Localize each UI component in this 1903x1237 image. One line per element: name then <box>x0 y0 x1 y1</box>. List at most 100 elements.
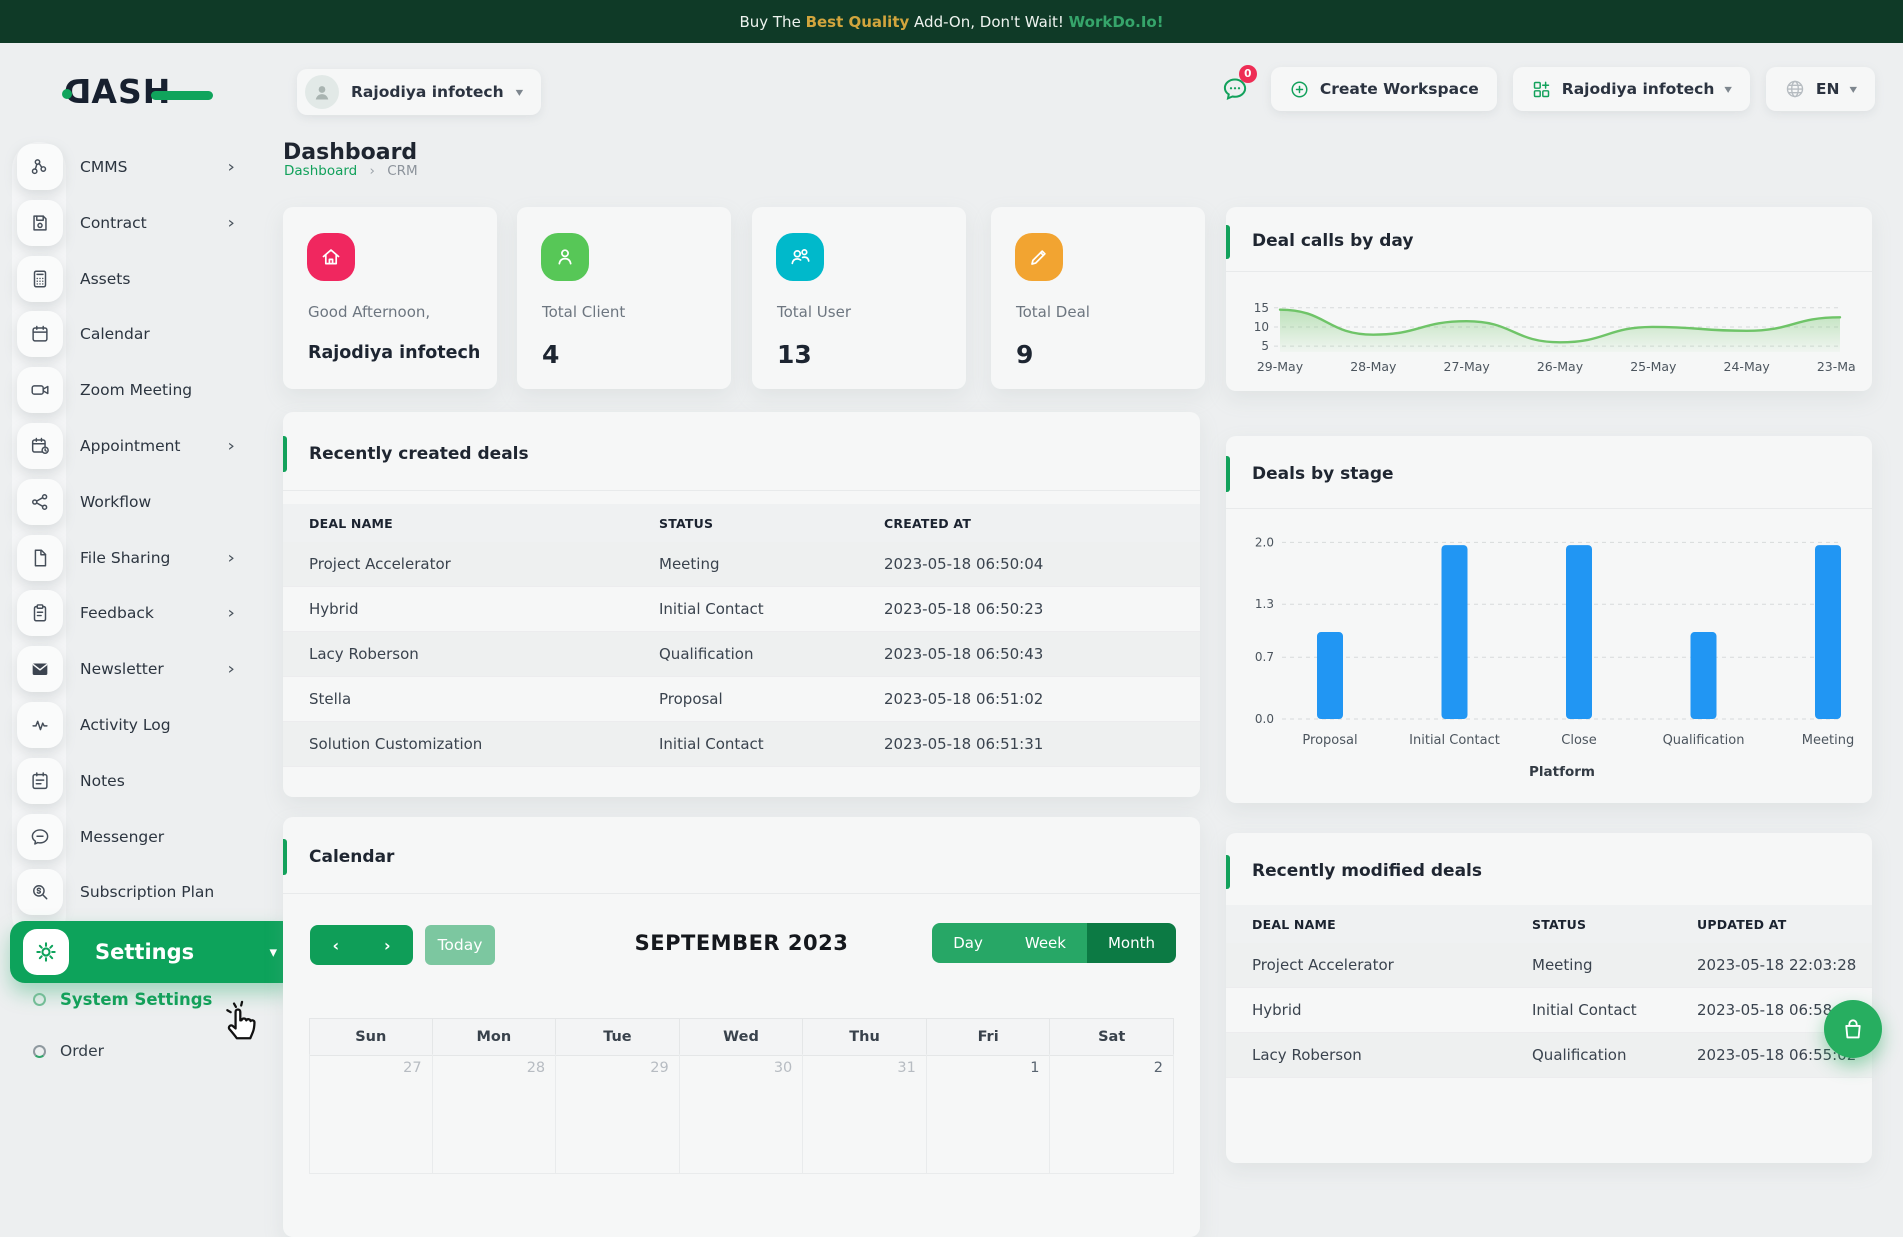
notes-icon <box>17 758 63 804</box>
table-cell: 2023-05-18 06:51:31 <box>858 735 1200 753</box>
app-logo[interactable]: DASH <box>63 72 213 116</box>
language-selector[interactable]: EN ▾ <box>1766 67 1875 111</box>
sidebar-item-label: Feedback <box>80 604 154 622</box>
cart-fab-button[interactable] <box>1824 1000 1882 1058</box>
sidebar-item-cmms[interactable]: CMMS › <box>17 144 235 190</box>
total-deal-card: Total Deal 9 <box>991 207 1205 389</box>
calendar-day-cell[interactable]: 30 <box>680 1054 804 1174</box>
recently-modified-deals-card: Recently modified deals DEAL NAMESTATUSU… <box>1226 833 1872 1163</box>
table-cell: 2023-05-18 06:51:02 <box>858 690 1200 708</box>
workspace-selector[interactable]: Rajodiya infotech ▾ <box>297 69 541 115</box>
calendar-day-cell[interactable]: 29 <box>556 1054 680 1174</box>
sidebar-item-newsletter[interactable]: Newsletter› <box>17 646 235 692</box>
users-icon <box>776 233 824 281</box>
sidebar-item-feedback[interactable]: Feedback› <box>17 590 235 636</box>
table-cell: 2023-05-18 06:50:04 <box>858 555 1200 573</box>
sidebar-item-label: Activity Log <box>80 716 171 734</box>
sidebar-item-workflow[interactable]: Workflow <box>17 479 235 525</box>
greeting-card: Good Afternoon, Rajodiya infotech <box>283 207 497 389</box>
greeting-workspace-name: Rajodiya infotech <box>308 343 480 363</box>
sidebar-item-order[interactable]: Order <box>33 1042 104 1060</box>
recently-modified-deals-table: DEAL NAMESTATUSUPDATED ATProject Acceler… <box>1226 905 1872 1078</box>
cmms-icon <box>17 144 63 190</box>
table-row: Project AcceleratorMeeting2023-05-18 06:… <box>283 542 1200 587</box>
sidebar-item-system-settings[interactable]: System Settings <box>33 990 212 1009</box>
calendar-day-cell[interactable]: 2 <box>1050 1054 1174 1174</box>
sidebar-item-zoom-meeting[interactable]: Zoom Meeting <box>17 367 235 413</box>
sidebar-item-label: CMMS <box>80 158 127 176</box>
sidebar-item-appointment[interactable]: Appointment› <box>17 423 235 469</box>
appointment-icon <box>17 423 63 469</box>
greeting-label: Good Afternoon, <box>308 303 430 321</box>
create-workspace-button[interactable]: Create Workspace <box>1271 67 1497 111</box>
sidebar-item-label: Workflow <box>80 493 151 511</box>
sidebar-item-subscription-plan[interactable]: Subscription Plan <box>17 869 235 915</box>
pen-icon <box>1015 233 1063 281</box>
table-cell: Lacy Roberson <box>283 645 633 663</box>
messages-button[interactable]: 0 <box>1215 69 1255 109</box>
calendar-icon <box>17 311 63 357</box>
user-icon <box>541 233 589 281</box>
chevron-down-icon: ▾ <box>516 85 524 99</box>
table-header-row: DEAL NAMESTATUSUPDATED AT <box>1226 905 1872 943</box>
calendar-dates-row: 272829303112 <box>309 1054 1174 1174</box>
svg-text:5: 5 <box>1261 339 1269 353</box>
svg-text:26-May: 26-May <box>1537 359 1584 374</box>
deals-by-stage-bar-chart: 0.00.71.32.0ProposalInitial ContactClose… <box>1242 530 1858 792</box>
sidebar-item-assets[interactable]: Assets <box>17 256 235 302</box>
chevron-right-icon: › <box>227 158 235 177</box>
svg-text:2.0: 2.0 <box>1255 535 1274 549</box>
calendar-view-month[interactable]: Month <box>1087 923 1176 963</box>
sidebar-item-settings[interactable]: Settings ▾ <box>10 921 297 983</box>
table-row: Lacy RobersonQualification2023-05-18 06:… <box>283 632 1200 677</box>
chevron-right-icon: › <box>227 549 235 568</box>
globe-icon <box>1784 78 1806 100</box>
sidebar-item-calendar[interactable]: Calendar <box>17 311 235 357</box>
section-title: Recently created deals <box>309 444 529 464</box>
settings-label: Settings <box>95 940 194 964</box>
messenger-icon <box>17 814 63 860</box>
table-cell: Meeting <box>1506 956 1671 974</box>
table-row: HybridInitial Contact2023-05-18 06:58:01 <box>1226 988 1872 1033</box>
table-cell: Meeting <box>633 555 858 573</box>
calendar-day-cell[interactable]: 27 <box>309 1054 433 1174</box>
sidebar-item-label: Contract <box>80 214 147 232</box>
svg-text:23-May: 23-May <box>1817 359 1856 374</box>
promo-highlight: Best Quality <box>806 13 910 31</box>
section-title: Calendar <box>309 847 394 867</box>
sidebar-item-messenger[interactable]: Messenger <box>17 814 235 860</box>
calendar-view-day[interactable]: Day <box>932 923 1004 963</box>
svg-text:24-May: 24-May <box>1724 359 1771 374</box>
logo-dash-bar <box>151 91 213 100</box>
column-header: DEAL NAME <box>1226 917 1506 932</box>
table-row: StellaProposal2023-05-18 06:51:02 <box>283 677 1200 722</box>
sidebar-item-contract[interactable]: Contract› <box>17 200 235 246</box>
calendar-day-cell[interactable]: 28 <box>433 1054 557 1174</box>
column-header: CREATED AT <box>858 516 1200 531</box>
calendar-day-cell[interactable]: 31 <box>803 1054 927 1174</box>
table-header-row: DEAL NAMESTATUSCREATED AT <box>283 504 1200 542</box>
sidebar-item-file-sharing[interactable]: File Sharing› <box>17 535 235 581</box>
table-cell: Qualification <box>633 645 858 663</box>
weekday-label: Thu <box>803 1018 927 1056</box>
total-deal-value: 9 <box>1016 340 1033 369</box>
language-code: EN <box>1816 80 1840 98</box>
table-cell: 2023-05-18 22:03:28 <box>1671 956 1872 974</box>
table-cell: Hybrid <box>1226 1001 1506 1019</box>
sidebar-item-notes[interactable]: Notes <box>17 758 235 804</box>
recently-created-deals-table: DEAL NAMESTATUSCREATED ATProject Acceler… <box>283 504 1200 767</box>
table-cell: Initial Contact <box>633 600 858 618</box>
table-cell: Stella <box>283 690 633 708</box>
breadcrumb-link-dashboard[interactable]: Dashboard <box>284 163 357 179</box>
promo-link[interactable]: WorkDo.Io! <box>1069 13 1164 31</box>
table-row: HybridInitial Contact2023-05-18 06:50:23 <box>283 587 1200 632</box>
svg-text:0.0: 0.0 <box>1255 712 1274 726</box>
weekday-label: Fri <box>927 1018 1051 1056</box>
weekday-label: Sat <box>1050 1018 1174 1056</box>
workspace-switcher[interactable]: Rajodiya infotech ▾ <box>1513 67 1750 111</box>
calendar-day-cell[interactable]: 1 <box>927 1054 1051 1174</box>
svg-text:1.3: 1.3 <box>1255 597 1274 611</box>
calendar-view-week[interactable]: Week <box>1004 923 1087 963</box>
sidebar-item-activity-log[interactable]: Activity Log <box>17 702 235 748</box>
weekday-label: Wed <box>680 1018 804 1056</box>
